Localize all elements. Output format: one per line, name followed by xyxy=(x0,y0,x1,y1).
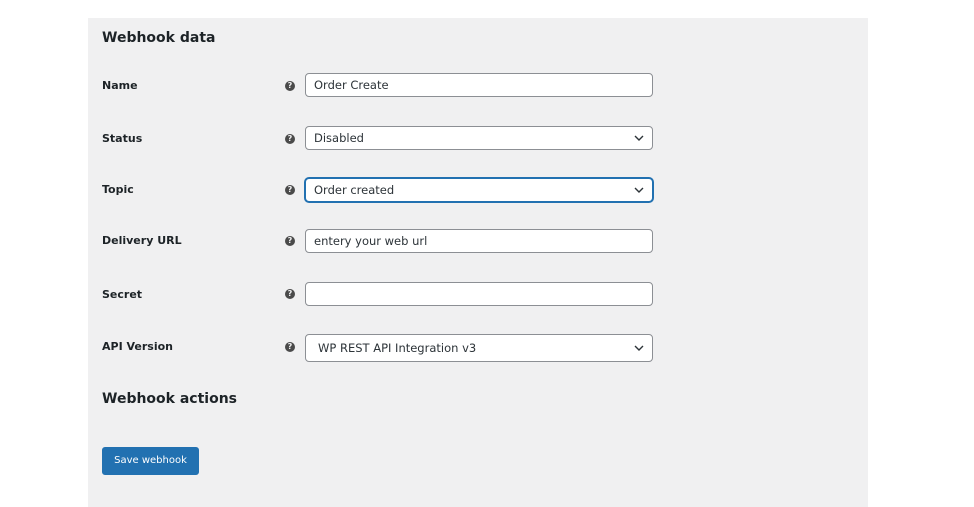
name-label: Name xyxy=(102,79,138,92)
name-input[interactable]: Order Create xyxy=(305,73,653,97)
help-icon[interactable]: ? xyxy=(285,81,295,91)
secret-input[interactable] xyxy=(305,282,653,306)
status-select-value: Disabled xyxy=(314,131,364,145)
delivery-url-label: Delivery URL xyxy=(102,234,182,247)
webhook-data-heading: Webhook data xyxy=(102,30,216,46)
delivery-url-input[interactable]: entery your web url xyxy=(305,229,653,253)
chevron-down-icon xyxy=(634,179,644,201)
help-icon[interactable]: ? xyxy=(285,342,295,352)
api-version-select-value: WP REST API Integration v3 xyxy=(318,341,477,355)
topic-label: Topic xyxy=(102,183,134,196)
help-icon[interactable]: ? xyxy=(285,236,295,246)
webhook-actions-heading: Webhook actions xyxy=(102,391,238,407)
chevron-down-icon xyxy=(634,127,644,149)
api-version-label: API Version xyxy=(102,340,174,353)
status-label: Status xyxy=(102,132,143,145)
chevron-down-icon xyxy=(634,335,644,361)
topic-select-value: Order created xyxy=(314,183,395,197)
help-icon[interactable]: ? xyxy=(285,185,295,195)
save-webhook-button[interactable]: Save webhook xyxy=(102,447,199,475)
secret-label: Secret xyxy=(102,288,143,301)
api-version-select[interactable]: WP REST API Integration v3 xyxy=(305,334,653,362)
help-icon[interactable]: ? xyxy=(285,289,295,299)
status-select[interactable]: Disabled xyxy=(305,126,653,150)
help-icon[interactable]: ? xyxy=(285,134,295,144)
topic-select[interactable]: Order created xyxy=(305,178,653,202)
